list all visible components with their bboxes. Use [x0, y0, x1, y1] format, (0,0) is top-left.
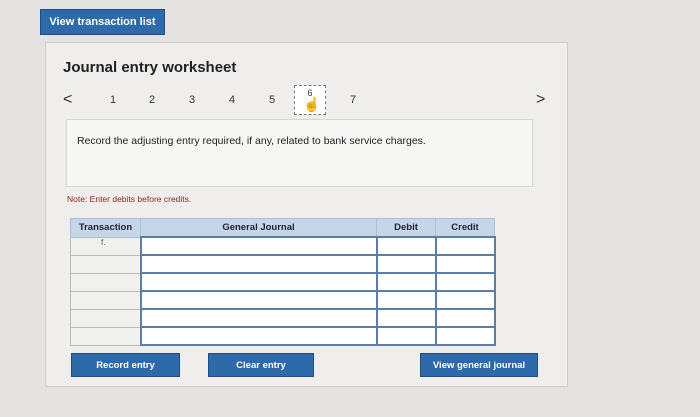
table-row [70, 308, 496, 328]
journal-table: Transaction General Journal Debit Credit… [70, 218, 496, 346]
credit-input[interactable] [434, 254, 496, 274]
account-input[interactable] [139, 272, 378, 292]
pagination: < 1 2 3 4 5 6 ☝ 7 > [60, 85, 555, 115]
account-input[interactable] [139, 236, 378, 256]
credit-input[interactable] [434, 236, 496, 256]
credit-input[interactable] [434, 272, 496, 292]
view-transaction-list-button[interactable]: View transaction list [40, 9, 165, 35]
debit-input[interactable] [375, 308, 437, 328]
transaction-cell [70, 254, 141, 274]
prev-page-arrow[interactable]: < [63, 90, 72, 110]
page-4[interactable]: 4 [229, 90, 235, 110]
page-1[interactable]: 1 [110, 90, 116, 110]
page-5[interactable]: 5 [269, 90, 275, 110]
page-7[interactable]: 7 [350, 90, 356, 110]
page-title: Journal entry worksheet [63, 59, 237, 76]
debit-input[interactable] [375, 272, 437, 292]
page-6-current[interactable]: 6 ☝ [294, 85, 326, 115]
table-row [70, 290, 496, 310]
debit-input[interactable] [375, 290, 437, 310]
page-2[interactable]: 2 [149, 90, 155, 110]
view-general-journal-button[interactable]: View general journal [420, 353, 538, 377]
hand-cursor-icon: ☝ [303, 96, 321, 112]
account-input[interactable] [139, 254, 378, 274]
header-transaction: Transaction [70, 218, 141, 238]
clear-entry-button[interactable]: Clear entry [208, 353, 314, 377]
next-page-arrow[interactable]: > [536, 90, 545, 110]
transaction-cell: f. [70, 236, 141, 256]
header-general-journal: General Journal [140, 218, 377, 238]
debit-input[interactable] [375, 326, 437, 346]
record-entry-button[interactable]: Record entry [71, 353, 180, 377]
account-input[interactable] [139, 290, 378, 310]
table-row: f. [70, 236, 496, 256]
page-3[interactable]: 3 [189, 90, 195, 110]
table-row [70, 254, 496, 274]
credit-input[interactable] [434, 308, 496, 328]
note-text: Note: Enter debits before credits. [67, 194, 192, 204]
account-input[interactable] [139, 326, 378, 346]
header-debit: Debit [376, 218, 436, 238]
credit-input[interactable] [434, 326, 496, 346]
account-input[interactable] [139, 308, 378, 328]
transaction-cell [70, 272, 141, 292]
table-row [70, 272, 496, 292]
table-row [70, 326, 496, 346]
debit-input[interactable] [375, 236, 437, 256]
header-credit: Credit [435, 218, 495, 238]
transaction-cell [70, 326, 141, 346]
instruction-box: Record the adjusting entry required, if … [66, 119, 533, 187]
credit-input[interactable] [434, 290, 496, 310]
debit-input[interactable] [375, 254, 437, 274]
instruction-text: Record the adjusting entry required, if … [77, 135, 426, 147]
transaction-cell [70, 308, 141, 328]
transaction-cell [70, 290, 141, 310]
